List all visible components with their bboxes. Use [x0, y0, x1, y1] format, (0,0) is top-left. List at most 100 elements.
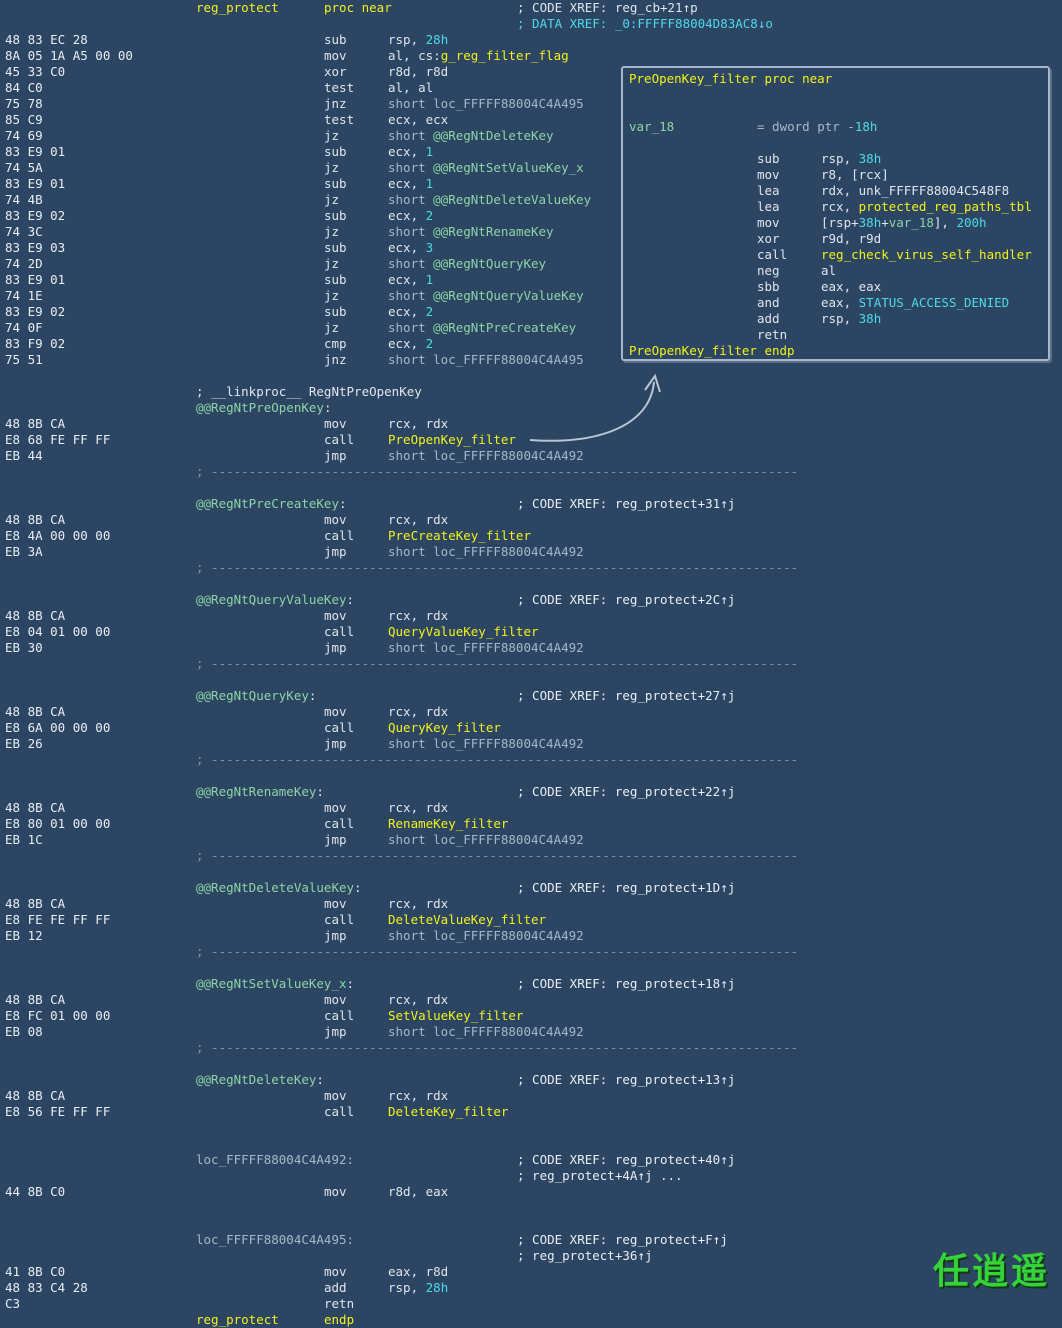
token[interactable]: PreCreateKey_filter: [388, 528, 531, 543]
code-label[interactable]: @@RegNtRenameKey:: [196, 784, 324, 800]
token[interactable]: @@RegNtQueryValueKey: [433, 288, 584, 303]
xref-comment[interactable]: ; reg_protect+4A↑j ...: [517, 1168, 683, 1184]
operands[interactable]: DeleteKey_filter: [388, 1104, 508, 1120]
token[interactable]: @@RegNtPreCreateKey: [196, 496, 339, 511]
code-label[interactable]: loc_FFFFF88004C4A495:: [196, 1232, 354, 1248]
token[interactable]: short: [388, 160, 433, 175]
token[interactable]: short loc_FFFFF88004C4A495: [388, 96, 584, 111]
operands[interactable]: QueryKey_filter: [388, 720, 501, 736]
token[interactable]: short loc_FFFFF88004C4A492: [388, 736, 584, 751]
code-label[interactable]: ; __linkproc__ RegNtPreOpenKey: [196, 384, 422, 400]
operands[interactable]: ecx, 3: [388, 240, 433, 256]
operands[interactable]: short @@RegNtPreCreateKey: [388, 320, 576, 336]
token[interactable]: @@RegNtQueryValueKey: [196, 592, 347, 607]
token[interactable]: @@RegNtQueryKey: [433, 256, 546, 271]
token[interactable]: 38h: [859, 311, 882, 326]
token[interactable]: ; DATA XREF: _0:FFFFF88004D83AC8↓o: [517, 16, 773, 31]
operands[interactable]: al, cs:g_reg_filter_flag: [388, 48, 569, 64]
token[interactable]: RenameKey_filter: [388, 816, 508, 831]
token[interactable]: short loc_FFFFF88004C4A492: [388, 448, 584, 463]
operands[interactable]: rsp, 28h: [388, 1280, 448, 1296]
token[interactable]: DeleteValueKey_filter: [388, 912, 546, 927]
xref-comment[interactable]: ; CODE XREF: reg_protect+27↑j: [517, 688, 735, 704]
operands[interactable]: short loc_FFFFF88004C4A492: [388, 1024, 584, 1040]
popup-operands[interactable]: rsp, 38h: [821, 151, 881, 167]
token[interactable]: 1: [426, 176, 434, 191]
popup-operands[interactable]: [rsp+38h+var_18], 200h: [821, 215, 987, 231]
code-label[interactable]: @@RegNtQueryKey:: [196, 688, 316, 704]
popup-operands[interactable]: r8, [rcx]: [821, 167, 889, 183]
token[interactable]: @@RegNtSetValueKey_x: [433, 160, 584, 175]
token[interactable]: reg_check_virus_self_handler: [821, 247, 1032, 262]
operands[interactable]: short loc_FFFFF88004C4A492: [388, 448, 584, 464]
operands[interactable]: rcx, rdx: [388, 512, 448, 528]
operands[interactable]: rcx, rdx: [388, 992, 448, 1008]
token[interactable]: g_reg_filter_flag: [441, 48, 569, 63]
operands[interactable]: rcx, rdx: [388, 608, 448, 624]
token[interactable]: var_18: [889, 215, 934, 230]
operands[interactable]: short @@RegNtSetValueKey_x: [388, 160, 584, 176]
token[interactable]: 1: [426, 272, 434, 287]
operands[interactable]: rcx, rdx: [388, 416, 448, 432]
token[interactable]: QueryKey_filter: [388, 720, 501, 735]
token[interactable]: @@RegNtPreCreateKey: [433, 320, 576, 335]
token[interactable]: 38h: [859, 151, 882, 166]
token[interactable]: 28h: [426, 1280, 449, 1295]
token[interactable]: @@RegNtSetValueKey_x: [196, 976, 347, 991]
operands[interactable]: ecx, 1: [388, 144, 433, 160]
token[interactable]: short: [388, 320, 433, 335]
operands[interactable]: short loc_FFFFF88004C4A492: [388, 736, 584, 752]
operands[interactable]: rcx, rdx: [388, 800, 448, 816]
popup-operands[interactable]: rsp, 38h: [821, 311, 881, 327]
xref-comment[interactable]: ; CODE XREF: reg_protect+F↑j: [517, 1232, 728, 1248]
popup-operands[interactable]: al: [821, 263, 836, 279]
operands[interactable]: short loc_FFFFF88004C4A492: [388, 640, 584, 656]
popup-label[interactable]: var_18: [629, 119, 674, 135]
popup-label[interactable]: PreOpenKey_filter proc near: [629, 71, 832, 87]
popup-operands[interactable]: rcx, protected_reg_paths_tbl: [821, 199, 1032, 215]
operands[interactable]: al, al: [388, 80, 433, 96]
token[interactable]: @@RegNtRenameKey: [196, 784, 316, 799]
proc-end-label[interactable]: reg_protect: [196, 1312, 279, 1328]
token[interactable]: @@RegNtDeleteValueKey: [433, 192, 591, 207]
operands[interactable]: SetValueKey_filter: [388, 1008, 523, 1024]
operands[interactable]: rcx, rdx: [388, 896, 448, 912]
token[interactable]: @@RegNtDeleteKey: [196, 1072, 316, 1087]
operands[interactable]: RenameKey_filter: [388, 816, 508, 832]
operands[interactable]: short loc_FFFFF88004C4A492: [388, 928, 584, 944]
code-label[interactable]: @@RegNtSetValueKey_x:: [196, 976, 354, 992]
token[interactable]: @@RegNtPreOpenKey: [196, 400, 324, 415]
code-label[interactable]: @@RegNtPreOpenKey:: [196, 400, 331, 416]
token[interactable]: STATUS_ACCESS_DENIED: [859, 295, 1010, 310]
token[interactable]: 18h: [855, 119, 878, 134]
token[interactable]: @@RegNtQueryKey: [196, 688, 309, 703]
token[interactable]: DeleteKey_filter: [388, 1104, 508, 1119]
operands[interactable]: ecx, 2: [388, 336, 433, 352]
token[interactable]: loc_FFFFF88004C4A495:: [196, 1232, 354, 1247]
token[interactable]: short loc_FFFFF88004C4A492: [388, 1024, 584, 1039]
header-xref-data[interactable]: ; DATA XREF: _0:FFFFF88004D83AC8↓o: [517, 16, 773, 32]
token[interactable]: PreOpenKey_filter: [388, 432, 516, 447]
popup-operands[interactable]: rdx, unk_FFFFF88004C548F8: [821, 183, 1009, 199]
token[interactable]: short loc_FFFFF88004C4A492: [388, 832, 584, 847]
token[interactable]: @@RegNtRenameKey: [433, 224, 553, 239]
operands[interactable]: ecx, 1: [388, 272, 433, 288]
token[interactable]: short: [388, 224, 433, 239]
header-xref-code[interactable]: ; CODE XREF: reg_cb+21↑p: [517, 0, 698, 16]
operands[interactable]: rcx, rdx: [388, 1088, 448, 1104]
token[interactable]: QueryValueKey_filter: [388, 624, 539, 639]
popup-label[interactable]: PreOpenKey_filter endp: [629, 343, 795, 359]
operands[interactable]: eax, r8d: [388, 1264, 448, 1280]
code-label[interactable]: @@RegNtDeleteKey:: [196, 1072, 324, 1088]
token[interactable]: short loc_FFFFF88004C4A495: [388, 352, 584, 367]
token[interactable]: loc_FFFFF88004C4A492:: [196, 1152, 354, 1167]
operands[interactable]: DeleteValueKey_filter: [388, 912, 546, 928]
operands[interactable]: PreCreateKey_filter: [388, 528, 531, 544]
operands[interactable]: short @@RegNtRenameKey: [388, 224, 554, 240]
operands[interactable]: rcx, rdx: [388, 704, 448, 720]
token[interactable]: 2: [426, 304, 434, 319]
xref-comment[interactable]: ; CODE XREF: reg_protect+22↑j: [517, 784, 735, 800]
xref-comment[interactable]: ; reg_protect+36↑j: [517, 1248, 652, 1264]
operands[interactable]: QueryValueKey_filter: [388, 624, 539, 640]
operands[interactable]: short loc_FFFFF88004C4A495: [388, 352, 584, 368]
